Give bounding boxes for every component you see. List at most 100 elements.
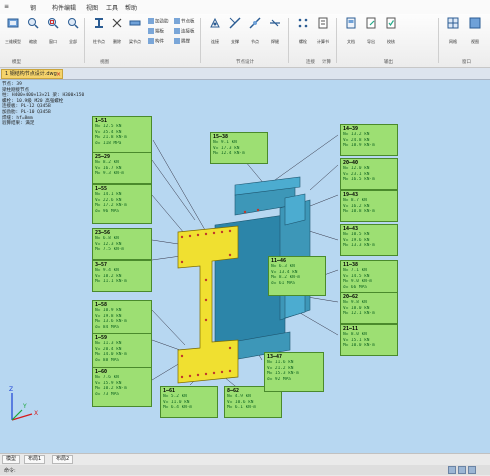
callout-box[interactable]: 14—39 N= 13.2 kN V= 24.8 kN M= 18.9 kN·m — [340, 124, 398, 156]
export-icon — [366, 17, 376, 29]
model-viewport[interactable]: 节点: 39 梁柱刚接节点 柱: H400×400×13×21 梁: H300×… — [0, 80, 490, 453]
settings-icon[interactable] — [468, 466, 476, 474]
menu-help[interactable]: 帮助 — [125, 3, 137, 12]
callout-box[interactable]: 19—43 N= 8.7 kN V= 16.2 kN M= 10.8 kN·m — [340, 190, 398, 222]
status-icons — [446, 466, 486, 474]
callout-box[interactable]: 3—57 N= 9.4 kN V= 18.2 kN M= 11.1 kN·m — [92, 260, 152, 292]
callout-line: M= 6.4 kN·m — [163, 405, 193, 410]
layout-tabs: 模型 布局1 布局2 — [0, 454, 490, 464]
ribbon-small-gusset[interactable]: 节点板 — [174, 18, 195, 26]
weld-button[interactable]: 焊缝 — [264, 17, 286, 55]
beam-node-button[interactable]: 梁节点 — [124, 17, 146, 55]
gusset-icon — [174, 18, 180, 24]
callout-line: M= 12.4 kN·m — [213, 151, 245, 156]
command-prompt: 命令: — [4, 468, 16, 474]
zoom-all-button[interactable]: 全部 — [62, 17, 84, 55]
callout-line: σ= 88 MPa — [95, 357, 119, 363]
callout-box[interactable]: 20—40 N= 12.0 kN V= 23.1 kN M= 16.5 kN·m — [340, 158, 398, 190]
callout-box[interactable]: 21—11 N= 8.0 kN V= 15.1 kN M= 10.0 kN·m — [340, 324, 398, 356]
document-tab-bar: 1 钢结构节点设计.dwg × — [0, 68, 490, 80]
callout-line: σ= 92 MPa — [267, 376, 291, 382]
ribbon-small-kneebrace[interactable]: 隅撑 — [174, 38, 190, 46]
group-label: 连接 — [306, 60, 315, 65]
kneebrace-icon — [174, 38, 180, 44]
menu-tools[interactable]: 工具 — [106, 3, 118, 12]
command-line[interactable]: 命令: — [0, 465, 490, 475]
zoom-button[interactable]: 缩放 — [22, 17, 44, 55]
callout-line: M= 9.3 kN·m — [95, 171, 125, 176]
callout-box[interactable]: 25—29 N= 8.2 kN V= 16.7 kN M= 9.3 kN·m — [92, 152, 152, 184]
joint-button[interactable]: 节点 — [244, 17, 266, 55]
ribbon-separator — [336, 18, 337, 63]
callout-box[interactable]: 1—60 N= 7.6 kN V= 15.9 kN M= 10.2 kN·m σ= 73… — [92, 367, 152, 407]
ribbon-separator — [84, 18, 85, 63]
callout-box[interactable]: 1—61 N= 5.2 kN V= 11.0 kN M= 6.4 kN·m — [160, 386, 218, 418]
snap-icon[interactable] — [448, 466, 456, 474]
connplate-icon — [174, 28, 180, 34]
doc-icon — [346, 17, 356, 29]
zoom-icon — [28, 18, 39, 29]
callout-box[interactable]: 13—47 N= 11.6 kN V= 21.2 kN M= 15.3 kN·m σ= … — [264, 352, 324, 392]
view-button[interactable]: 视图 — [464, 17, 486, 55]
grid-button[interactable]: 网格 — [442, 17, 464, 55]
document-tab[interactable]: 1 钢结构节点设计.dwg × — [1, 69, 63, 79]
calc-button[interactable]: 计算书 — [312, 17, 334, 55]
tab-layout1[interactable]: 布局1 — [24, 455, 46, 464]
bolt-button[interactable]: 螺栓 — [292, 17, 314, 55]
ribbon-separator — [438, 18, 439, 63]
beam-icon — [129, 20, 141, 26]
connect-button[interactable]: 连接 — [204, 17, 226, 55]
ribbon-small-member[interactable]: 构件 — [148, 38, 164, 46]
doc-button[interactable]: 文档 — [340, 17, 362, 55]
callout-box[interactable]: 1—55 N= 14.1 kN V= 22.6 kN M= 17.2 kN·m σ= 9… — [92, 184, 152, 224]
zoom-window-icon — [48, 18, 59, 29]
stiffener-icon — [148, 18, 154, 24]
ribbon-separator — [288, 18, 289, 63]
menu-steel[interactable]: 钢 — [30, 3, 36, 12]
menu-app[interactable]: ≡ — [4, 3, 9, 10]
brace-button[interactable]: 支撑 — [224, 17, 246, 55]
callout-line: M= 7.5 kN·m — [95, 247, 125, 252]
model-icon — [7, 18, 19, 28]
callout-line: M= 6.1 kN·m — [227, 405, 257, 410]
axis-y-label: Y — [22, 403, 27, 410]
zoom-window-button[interactable]: 窗口 — [42, 17, 64, 55]
status-bar: 模型 布局1 布局2 命令: — [0, 453, 490, 476]
tab-model[interactable]: 模型 — [2, 455, 21, 464]
group-label: 窗口 — [462, 60, 471, 65]
callout-line: σ= 66 MPa — [343, 284, 367, 290]
group-label: 视图 — [100, 60, 109, 65]
model-button[interactable]: 三维模型 — [2, 17, 24, 55]
callout-box[interactable]: 11—46 N= 6.3 kN V= 13.4 kN M= 8.2 kN·m σ= 61… — [268, 256, 326, 296]
callout-line: M= 11.1 kN·m — [95, 279, 127, 284]
check-button[interactable]: 校核 — [380, 17, 402, 55]
bolt-icon — [298, 18, 308, 28]
ribbon-small-connplate[interactable]: 连接板 — [174, 28, 195, 36]
ribbon-small-endplate[interactable]: 端板 — [148, 28, 164, 36]
calc-icon — [318, 17, 328, 29]
upper-plate — [284, 193, 306, 226]
group-label: 模型 — [12, 60, 21, 65]
callout-line: M= 10.0 kN·m — [343, 343, 375, 348]
delete-icon — [112, 18, 122, 28]
callout-box[interactable]: 20—62 N= 9.8 kN V= 18.0 kN M= 12.1 kN·m — [340, 292, 398, 324]
tab-layout2[interactable]: 布局2 — [52, 455, 74, 464]
callout-box[interactable]: 15—38 N= 9.1 kN V= 17.3 kN M= 12.4 kN·m — [210, 132, 268, 164]
callout-box[interactable]: 23—56 N= 6.8 kN V= 12.3 kN M= 7.5 kN·m — [92, 228, 152, 260]
view-icon — [469, 17, 481, 29]
menu-view[interactable]: 视图 — [86, 3, 98, 12]
ribbon-separator — [200, 18, 201, 63]
callout-line: σ= 118 MPa — [95, 140, 122, 146]
endplate-icon — [148, 28, 154, 34]
group-label: 节点设计 — [236, 60, 254, 65]
menu-edit[interactable]: 构件编辑 — [52, 3, 76, 12]
callout-line: σ= 96 MPa — [95, 208, 119, 214]
callout-box[interactable]: 14—43 N= 10.5 kN V= 19.6 kN M= 13.3 kN·m — [340, 224, 398, 256]
ortho-icon[interactable] — [458, 466, 466, 474]
ribbon-small-stiffener[interactable]: 加劲肋 — [148, 18, 169, 26]
callout-box[interactable]: 1—51 N= 12.5 kN V= 35.4 kN M= 21.8 kN·m σ= 1… — [92, 116, 152, 156]
callout-line: M= 12.1 kN·m — [343, 311, 375, 316]
close-icon[interactable]: × — [56, 70, 61, 79]
callout-line: σ= 73 MPa — [95, 391, 119, 397]
export-button[interactable]: 导出 — [360, 17, 382, 55]
